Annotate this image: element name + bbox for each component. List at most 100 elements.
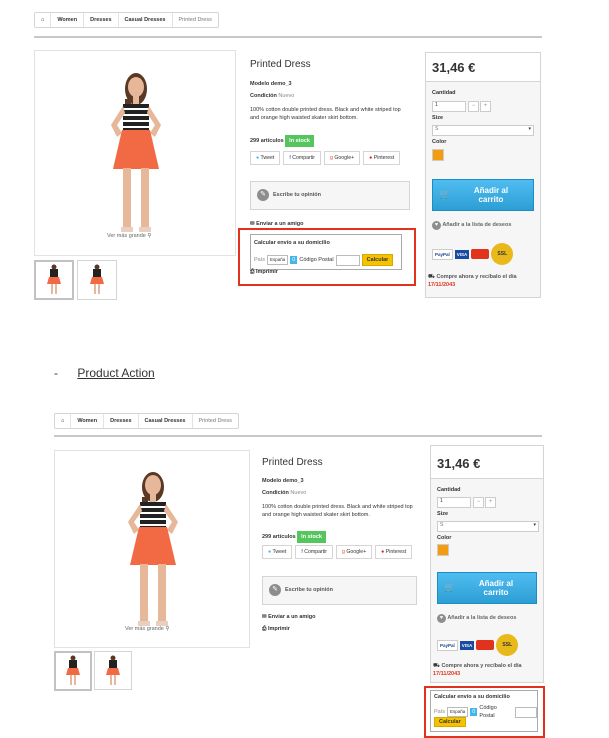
social-buttons: ● Tweet f Compartir g Google+ ● Pinteres… bbox=[262, 545, 413, 559]
breadcrumb-current: Printed Dress bbox=[198, 418, 232, 424]
section-heading: - Product Action bbox=[54, 366, 155, 380]
buy-now-label: Compre ahora y recíbalo el día bbox=[441, 663, 522, 669]
ssl-seal-icon: SSL bbox=[491, 243, 514, 265]
buy-now-label: Compre ahora y recíbalo el día bbox=[436, 274, 517, 280]
product-image[interactable]: Ver más grande ⚲ bbox=[34, 50, 236, 256]
pinterest-button[interactable]: ● Pinterest bbox=[375, 545, 413, 559]
send-friend-label: Enviar a un amigo bbox=[268, 614, 316, 620]
tweet-button[interactable]: ● Tweet bbox=[250, 151, 281, 165]
qty-minus-button[interactable]: − bbox=[473, 497, 484, 508]
add-to-cart-button[interactable]: 🛒 Añadir al carrito bbox=[437, 572, 537, 604]
divider bbox=[34, 36, 542, 38]
send-friend-link[interactable]: ✉ Enviar a un amigo bbox=[262, 613, 316, 621]
thumbnail-1[interactable] bbox=[54, 651, 92, 691]
calculate-button[interactable]: Calcular bbox=[361, 254, 394, 266]
review-box[interactable]: ✎ Escribe tu opinión bbox=[250, 181, 410, 210]
tweet-button[interactable]: ● Tweet bbox=[262, 545, 293, 559]
wishlist-link[interactable]: ♥ Añadir a la lista de deseos bbox=[437, 614, 516, 623]
model-line: Modelo demo_3 bbox=[262, 477, 304, 485]
ssl-seal-icon: SSL bbox=[496, 634, 519, 656]
shipping-badge: 0 bbox=[470, 708, 478, 716]
add-cart-label: Añadir al carrito bbox=[473, 186, 509, 204]
postcode-input[interactable] bbox=[335, 254, 360, 266]
send-friend-link[interactable]: ✉ Enviar a un amigo bbox=[250, 220, 304, 228]
paypal-icon: PayPal bbox=[432, 248, 453, 260]
print-link[interactable]: ⎙ Imprimir bbox=[262, 625, 290, 633]
condition-line: Condición Nuevo bbox=[250, 92, 294, 100]
qty-input[interactable]: 1 bbox=[432, 101, 466, 112]
qty-input[interactable]: 1 bbox=[437, 497, 471, 508]
postcode-label: Código Postal bbox=[479, 705, 497, 719]
shipping-badge: 0 bbox=[290, 256, 298, 264]
google-button[interactable]: g Google+ bbox=[336, 545, 373, 559]
share-button[interactable]: f Compartir bbox=[295, 545, 334, 559]
breadcrumb-dresses[interactable]: Dresses bbox=[104, 414, 139, 428]
paypal-icon: PayPal bbox=[437, 639, 458, 651]
shipping-box: Calcular envío a su domicilio País Españ… bbox=[430, 690, 538, 732]
review-box[interactable]: ✎ Escribe tu opinión bbox=[262, 576, 417, 605]
delivery-date: 17/11/2043 bbox=[433, 671, 461, 677]
send-friend-label: Enviar a un amigo bbox=[256, 221, 304, 227]
zoom-icon: ⚲ bbox=[147, 233, 152, 239]
color-label: Color bbox=[437, 535, 452, 541]
postcode-input[interactable] bbox=[515, 706, 537, 718]
color-swatch[interactable] bbox=[437, 544, 449, 556]
zoom-label[interactable]: Ver más grande bbox=[107, 233, 146, 239]
delivery-info: ⛟ Compre ahora y recíbalo el día 17/11/2… bbox=[428, 273, 517, 289]
pencil-icon: ✎ bbox=[257, 189, 269, 201]
facebook-icon: f bbox=[301, 549, 303, 555]
wishlist-link[interactable]: ♥ Añadir a la lista de deseos bbox=[432, 221, 511, 230]
color-swatch[interactable] bbox=[432, 149, 444, 161]
size-select[interactable]: S ▾ bbox=[432, 125, 534, 136]
home-icon[interactable]: ⌂ bbox=[55, 414, 72, 428]
heart-icon: ♥ bbox=[432, 221, 441, 230]
pinterest-button[interactable]: ● Pinterest bbox=[363, 151, 401, 165]
breadcrumb-women[interactable]: Women bbox=[51, 13, 85, 27]
print-link[interactable]: ⎙ Imprimir bbox=[250, 268, 278, 276]
thumbnail-2[interactable] bbox=[94, 651, 132, 690]
country-select[interactable]: España bbox=[267, 255, 289, 265]
share-button[interactable]: f Compartir bbox=[283, 151, 322, 165]
delivery-info: ⛟ Compre ahora y recíbalo el día 17/11/2… bbox=[433, 662, 522, 678]
payment-icons: PayPal VISA SSL bbox=[432, 243, 514, 265]
product-image[interactable]: Ver más grande ⚲ bbox=[54, 450, 250, 648]
shipping-title: Calcular envío a su domicilio bbox=[254, 240, 330, 246]
product-name: Printed Dress bbox=[250, 59, 311, 70]
condition-label: Condición bbox=[250, 93, 277, 99]
country-select[interactable]: España bbox=[447, 707, 469, 717]
add-to-cart-button[interactable]: 🛒 Añadir al carrito bbox=[432, 179, 534, 211]
social-buttons: ● Tweet f Compartir g Google+ ● Pinteres… bbox=[250, 151, 401, 165]
home-icon[interactable]: ⌂ bbox=[35, 13, 52, 27]
pinterest-label: Pinterest bbox=[373, 155, 395, 161]
print-icon: ⎙ bbox=[250, 269, 255, 275]
breadcrumb-casual[interactable]: Casual Dresses bbox=[119, 13, 173, 27]
stock-line: 299 artículos In stock bbox=[250, 135, 314, 147]
share-label: Compartir bbox=[304, 549, 328, 555]
pinterest-icon: ● bbox=[381, 549, 385, 555]
color-label: Color bbox=[432, 139, 447, 145]
qty-minus-button[interactable]: − bbox=[468, 101, 479, 112]
size-select[interactable]: S ▾ bbox=[437, 521, 539, 532]
condition-label: Condición bbox=[262, 490, 289, 496]
model-figure bbox=[128, 472, 178, 626]
price: 31,46 € bbox=[437, 456, 481, 471]
chevron-down-icon: ▾ bbox=[533, 522, 536, 528]
breadcrumb-dresses[interactable]: Dresses bbox=[84, 13, 119, 27]
shipping-title: Calcular envío a su domicilio bbox=[434, 694, 510, 700]
calculate-button[interactable]: Calcular bbox=[434, 717, 466, 727]
print-icon: ⎙ bbox=[262, 626, 267, 632]
thumbnail-1[interactable] bbox=[34, 260, 74, 300]
cart-icon: 🛒 bbox=[444, 582, 456, 592]
thumb-figure-icon bbox=[66, 655, 80, 685]
zoom-label[interactable]: Ver más grande bbox=[125, 626, 164, 632]
stock-line: 299 artículos In stock bbox=[262, 531, 326, 543]
qty-plus-button[interactable]: + bbox=[480, 101, 491, 112]
google-button[interactable]: g Google+ bbox=[324, 151, 361, 165]
thumbnail-2[interactable] bbox=[77, 260, 117, 300]
twitter-icon: ● bbox=[256, 155, 260, 161]
model-value: demo_3 bbox=[270, 81, 292, 87]
breadcrumb-casual[interactable]: Casual Dresses bbox=[139, 414, 193, 428]
breadcrumb-women[interactable]: Women bbox=[71, 414, 105, 428]
qty-plus-button[interactable]: + bbox=[485, 497, 496, 508]
product-name: Printed Dress bbox=[262, 457, 323, 468]
